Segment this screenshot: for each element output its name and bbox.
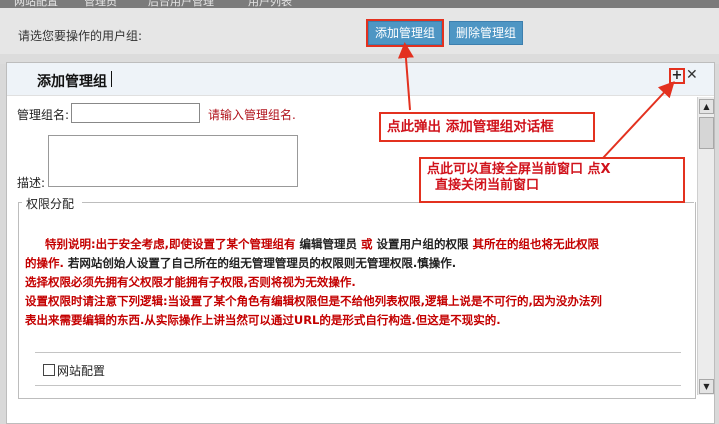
notice-text: 表出来需要编辑的东西.从实际操作上讲当然可以通过URL的是形式自行构造.但这是不… bbox=[25, 313, 501, 327]
add-group-button[interactable]: 添加管理组 bbox=[365, 19, 445, 47]
notice-text: 或 bbox=[361, 237, 373, 251]
notice-text: 特别说明:出于安全考虑,即使设置了某个管理组有 bbox=[45, 237, 296, 251]
maximize-icon[interactable]: + bbox=[669, 68, 685, 84]
breadcrumb-item[interactable]: 网站配置 bbox=[14, 0, 58, 8]
group-name-hint: 请输入管理组名. bbox=[208, 108, 296, 122]
annotation-callout: 点此弹出 添加管理组对话框 bbox=[379, 112, 595, 142]
dialog-title: 添加管理组 bbox=[37, 74, 107, 90]
annotation-text: 直接关闭当前窗口 bbox=[435, 178, 540, 193]
group-select-prompt: 请选您要操作的用户组: bbox=[18, 29, 143, 43]
notice-text: 若网站创始人设置了自己所在的组无管理管理员的权限则无管理权限.慎操作. bbox=[67, 256, 457, 270]
divider bbox=[35, 385, 681, 386]
close-icon[interactable]: ✕ bbox=[686, 67, 698, 83]
checkbox-label: 网站配置 bbox=[57, 364, 106, 378]
annotation-text: 点此可以直接全屏当前窗口 点X bbox=[427, 162, 611, 177]
breadcrumb-item[interactable]: 后台用户管理 bbox=[148, 0, 214, 8]
checkbox[interactable] bbox=[43, 364, 55, 376]
dialog-scrollbar[interactable]: ▲ ▼ bbox=[697, 97, 714, 395]
notice-text: 设置权限时请注意下列逻辑:当设置了某个角色有编辑权限但是不给他列表权限,逻辑上说… bbox=[25, 294, 602, 308]
delete-group-button[interactable]: 删除管理组 bbox=[449, 21, 524, 45]
group-name-label: 管理组名: bbox=[17, 108, 70, 122]
breadcrumb: 网站配置 管理员 后台用户管理 用户列表 bbox=[0, 0, 719, 8]
permissions-notice: 特别说明:出于安全考虑,即使设置了某个管理组有 编辑管理员 或 设置用户组的权限… bbox=[25, 235, 685, 330]
breadcrumb-item[interactable]: 管理员 bbox=[84, 0, 117, 8]
permission-checkbox-row[interactable]: 网站配置 bbox=[43, 362, 105, 379]
group-name-input[interactable] bbox=[71, 103, 200, 123]
description-textarea[interactable] bbox=[48, 135, 298, 187]
annotation-callout: 点此可以直接全屏当前窗口 点X 直接关闭当前窗口 bbox=[419, 157, 685, 203]
divider bbox=[35, 352, 681, 353]
description-label: 描述: bbox=[17, 176, 46, 190]
toolbar: 请选您要操作的用户组: 添加管理组 删除管理组 bbox=[0, 8, 719, 54]
breadcrumb-item[interactable]: 用户列表 bbox=[248, 0, 292, 8]
scroll-thumb[interactable] bbox=[699, 117, 714, 149]
notice-text: 设置用户组的权限 bbox=[376, 237, 469, 251]
text-caret bbox=[111, 71, 112, 87]
notice-text: 编辑管理员 bbox=[299, 237, 357, 251]
notice-text: 其所在的组也将无此权限 bbox=[472, 237, 600, 251]
dialog-title-bar: 添加管理组 + ✕ bbox=[7, 63, 714, 96]
notice-text: 的操作. bbox=[25, 256, 64, 270]
scroll-up-icon[interactable]: ▲ bbox=[699, 99, 714, 114]
notice-text: 选择权限必须先拥有父权限才能拥有子权限,否则将视为无效操作. bbox=[25, 275, 356, 289]
scroll-down-icon[interactable]: ▼ bbox=[699, 379, 714, 394]
add-group-dialog: 添加管理组 + ✕ ▲ ▼ 管理组名: 请输入管理组名. 描述: 权限分配 特别… bbox=[6, 62, 715, 424]
